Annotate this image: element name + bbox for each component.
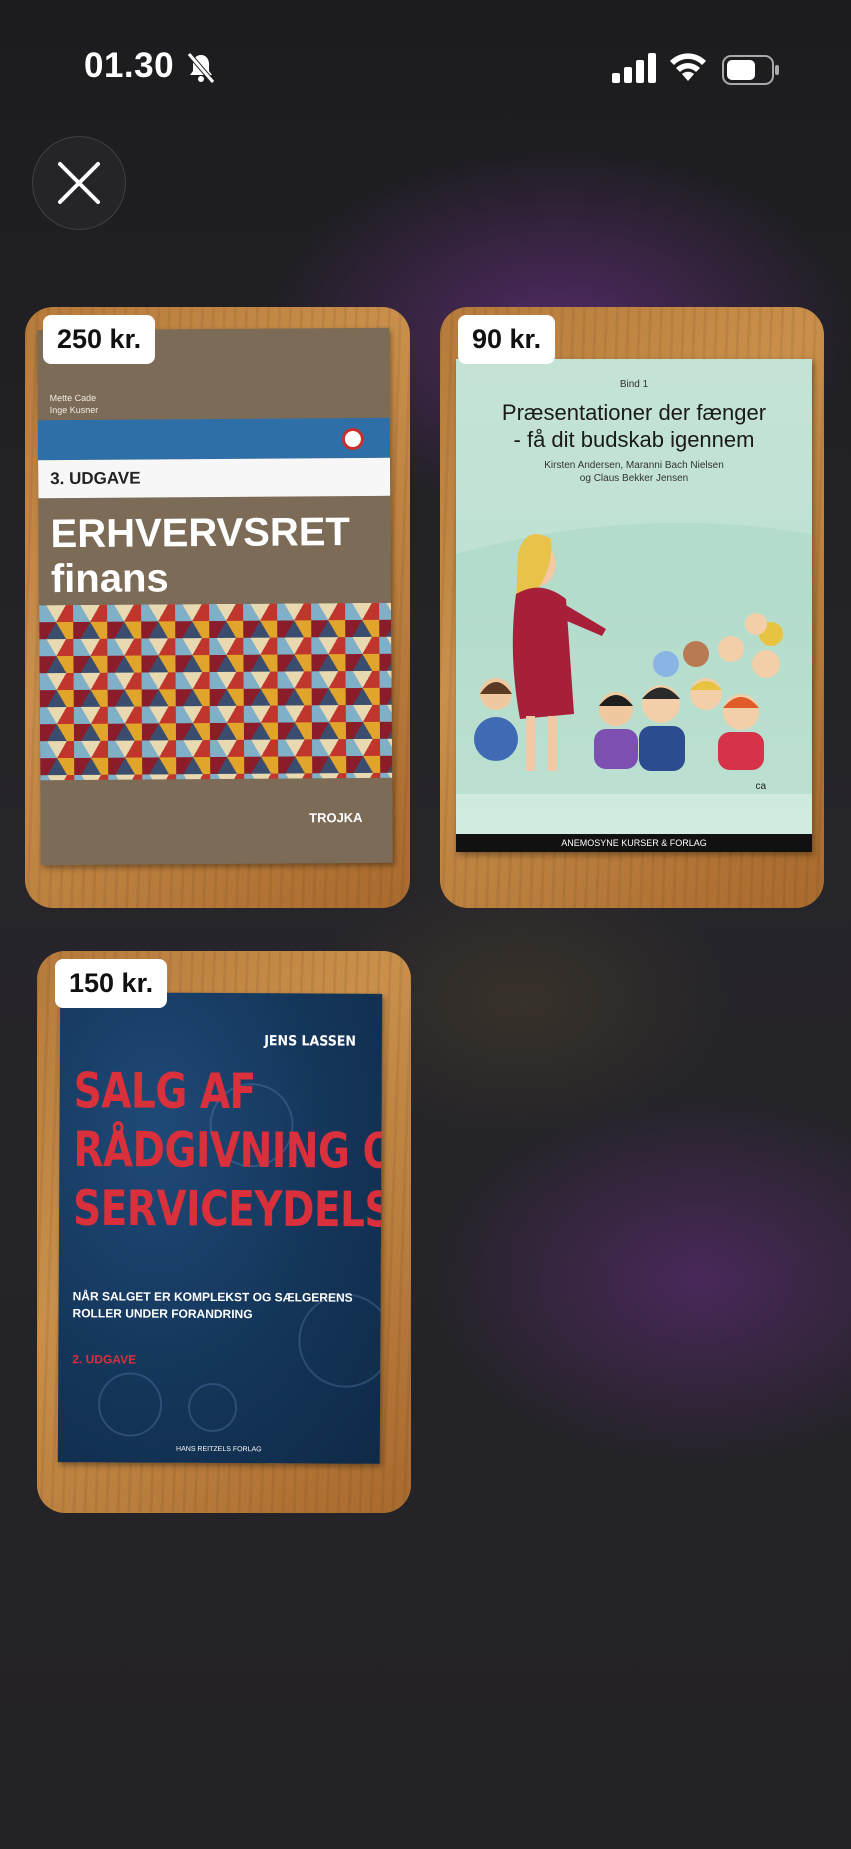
book-subtitle: NÅR SALGET ER KOMPLEKST OG SÆLGERENS ROL… (72, 1289, 353, 1322)
book-title: ERHVERVSRET finans (50, 510, 351, 602)
price-badge: 90 kr. (458, 315, 556, 364)
book-publisher: TROJKA (309, 809, 363, 826)
cover-band (37, 417, 391, 461)
edition-strip: 3. UDGAVE (38, 457, 391, 499)
status-time: 01.30 (84, 46, 175, 85)
book-title: Præsentationer der fænger - få dit budsk… (501, 400, 767, 452)
listing-card[interactable]: 250 kr. Mette Cade Inge Kusner 3. UDGAVE… (25, 307, 410, 908)
publisher-mark (341, 427, 364, 451)
cover-pattern (39, 602, 393, 781)
book-authors: Kirsten Andersen, Maranni Bach Nielsen o… (544, 460, 724, 484)
book-author: JENS LASSEN (264, 1033, 357, 1050)
book-cover: Bind 1 Præsentationer der fænger - få di… (456, 359, 812, 852)
book-cover: JENS LASSEN SALG AF RÅDGIVNING OG SERVIC… (57, 992, 383, 1464)
wifi-icon (670, 53, 706, 81)
book-title: SALG AF RÅDGIVNING OG SERVICEYDELSER (72, 1063, 383, 1240)
price-badge: 150 kr. (55, 959, 168, 1008)
close-icon (58, 162, 100, 204)
book-publisher: HANS REITZELS FORLAG (176, 1445, 262, 1454)
book-cover: Mette Cade Inge Kusner 3. UDGAVE ERHVERV… (37, 327, 393, 866)
illustrator-signature: ca (755, 781, 766, 792)
listing-card[interactable]: 90 kr. Bind 1 Præsentationer der fænger … (440, 307, 824, 908)
book-authors: Mette Cade Inge Kusner (49, 392, 99, 416)
bell-muted-icon (187, 52, 215, 84)
cellular-signal-icon (612, 53, 656, 83)
battery-icon (722, 55, 779, 85)
book-publisher: ANEMOSYNE KURSER & FORLAG (456, 834, 812, 852)
price-badge: 250 kr. (43, 315, 156, 364)
listing-card[interactable]: 150 kr. JENS LASSEN SALG AF RÅDGIVNING O… (37, 951, 411, 1513)
close-button[interactable] (32, 136, 126, 230)
book-volume: Bind 1 (619, 379, 649, 390)
cover-illustration (456, 522, 812, 794)
book-edition: 2. UDGAVE (72, 1352, 137, 1367)
